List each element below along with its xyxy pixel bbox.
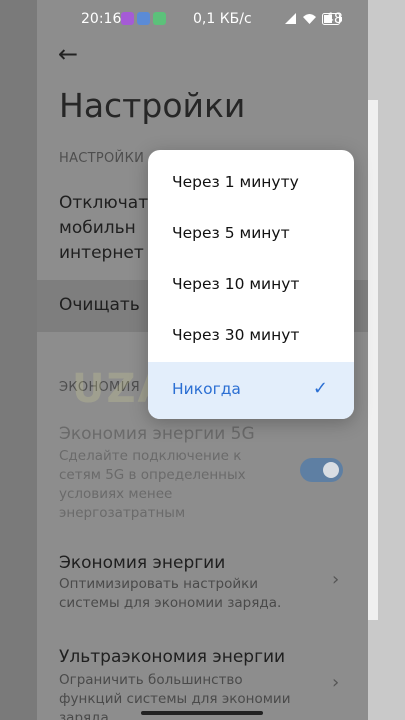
section-label: НАСТРОЙКИ (59, 151, 145, 166)
chevron-right-icon[interactable]: › (332, 569, 339, 590)
option-30-minutes[interactable]: Через 30 минут (148, 311, 354, 362)
page-title: Настройки (59, 86, 246, 125)
option-label: Через 5 минут (172, 224, 290, 242)
ultra-power-saving-title[interactable]: Ультраэкономия энергии (59, 644, 285, 670)
clear-setting-title: Очищать (59, 295, 140, 315)
option-5-minutes[interactable]: Через 5 минут (148, 209, 354, 260)
network-speed: 0,1 КБ/с (193, 11, 252, 27)
timeout-options-popup: Через 1 минуту Через 5 минут Через 10 ми… (148, 150, 354, 419)
right-edge-strip (368, 100, 378, 620)
toggle-knob (323, 462, 339, 478)
setting-title-line: Отключат (59, 193, 149, 213)
status-time: 20:16 (81, 11, 122, 27)
5g-power-saving-toggle[interactable] (300, 458, 343, 482)
power-saving-description: Оптимизировать настройки системы для эко… (59, 576, 282, 611)
notification-app-icon (153, 12, 166, 25)
home-indicator[interactable] (141, 711, 263, 715)
wifi-icon (303, 13, 316, 24)
chevron-right-icon[interactable]: › (332, 672, 339, 693)
arrow-left-icon[interactable]: ← (58, 42, 78, 66)
notification-app-icon (121, 12, 134, 25)
5g-power-saving-title: Экономия энергии 5G (59, 424, 255, 444)
right-edge (368, 0, 405, 720)
option-label: Через 30 минут (172, 326, 300, 344)
option-label: Через 10 минут (172, 275, 300, 293)
checkmark-icon: ✓ (312, 378, 328, 399)
option-label: Через 1 минуту (172, 173, 299, 191)
status-bar: 20:16 0,1 КБ/с 48 (37, 0, 368, 40)
status-app-icons (121, 12, 166, 25)
setting-title-line: интернет (59, 243, 144, 263)
option-never[interactable]: Никогда ✓ (148, 362, 354, 419)
5g-power-saving-description: Сделайте подключение к сетям 5G в опреде… (59, 448, 246, 521)
signal-icon (285, 13, 296, 24)
option-10-minutes[interactable]: Через 10 минут (148, 260, 354, 311)
option-label: Никогда (172, 380, 241, 398)
battery-level: 48 (325, 11, 343, 27)
power-saving-title[interactable]: Экономия энергии (59, 550, 225, 576)
option-1-minute[interactable]: Через 1 минуту (148, 158, 354, 209)
setting-title-line: мобильн (59, 218, 136, 238)
notification-app-icon (137, 12, 150, 25)
